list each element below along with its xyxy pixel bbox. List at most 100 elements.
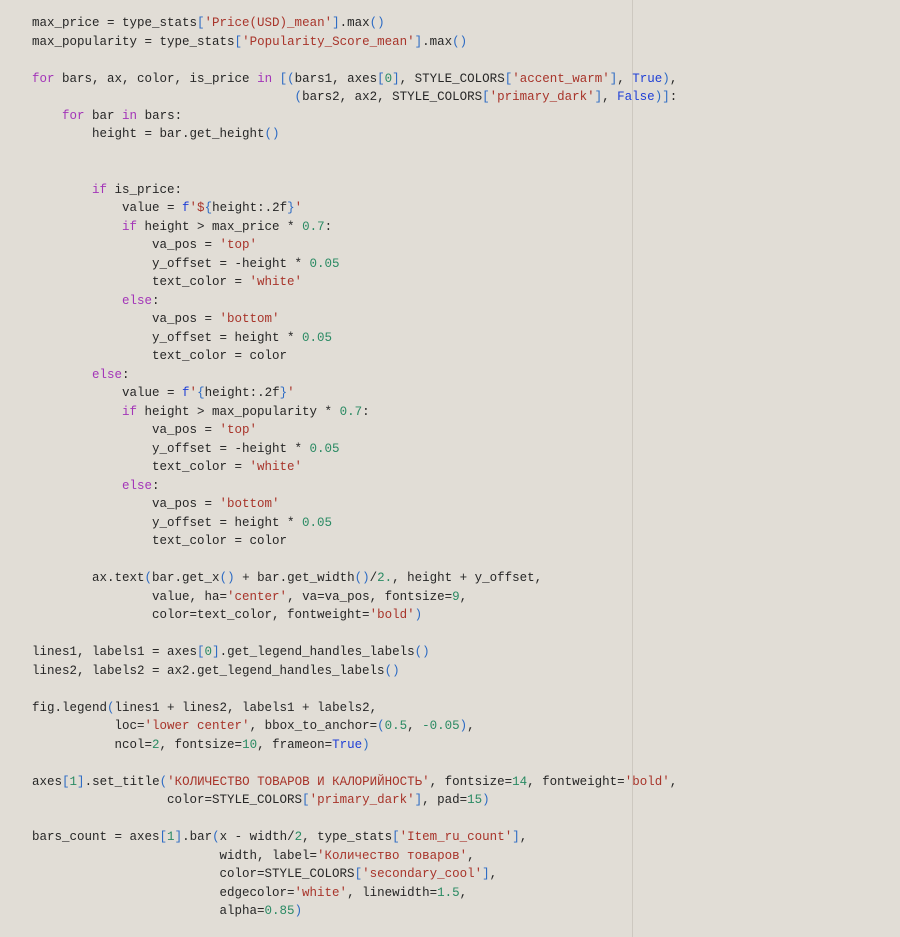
code-line: if height > max_price * 0.7: <box>32 218 677 237</box>
code-token: , <box>617 71 633 86</box>
code-token: ( <box>294 90 303 104</box>
code-token: .get_legend_handles_labels <box>219 645 415 659</box>
code-token: [ <box>482 90 490 104</box>
code-token: height:.2f <box>204 386 280 400</box>
code-line: lines2, labels2 = ax2.get_legend_handles… <box>32 662 677 681</box>
code-token: lines1, labels1 = axes <box>32 645 198 659</box>
code-token: 1 <box>69 774 78 789</box>
code-token: fig.legend <box>32 700 108 715</box>
code-line: fig.legend(lines1 + lines2, labels1 + la… <box>32 699 677 718</box>
code-token: [ <box>234 34 243 49</box>
code-line: y_offset = height * 0.05 <box>32 329 677 348</box>
code-token: bars2, ax2, STYLE_COLORS <box>302 90 483 104</box>
code-editor[interactable]: max_price = type_stats['Price(USD)_mean'… <box>0 0 900 937</box>
code-line: text_color = 'white' <box>32 273 677 292</box>
code-line: height = bar.get_height() <box>32 125 677 144</box>
code-line: text_color = 'white' <box>32 458 677 477</box>
code-token: , fontsize= <box>429 774 513 789</box>
code-line: loc='lower center', bbox_to_anchor=(0.5,… <box>32 717 677 736</box>
code-token: 0.05 <box>309 256 340 271</box>
code-token: [ <box>62 774 70 789</box>
code-token: 'Item_ru_count' <box>399 830 513 844</box>
code-token: ] <box>332 16 340 30</box>
code-token: -0.05 <box>422 719 460 733</box>
code-token: else <box>122 478 153 493</box>
code-token: y_offset = height * <box>32 330 303 345</box>
code-token: 9 <box>452 589 460 604</box>
code-token: bars: <box>137 108 183 123</box>
code-token: ( <box>144 571 153 585</box>
code-token: 2 <box>294 830 303 844</box>
code-line: for bar in bars: <box>32 107 677 126</box>
code-line: text_color = color <box>32 532 677 551</box>
code-line: y_offset = -height * 0.05 <box>32 440 677 459</box>
code-token: True <box>332 737 363 752</box>
code-line: alpha=0.85) <box>32 902 677 921</box>
code-token: 1 <box>167 830 175 844</box>
code-token: 'bold' <box>624 774 670 789</box>
code-token: () <box>452 34 468 49</box>
code-token: ' <box>294 201 303 215</box>
code-token: 0.05 <box>302 515 333 530</box>
code-line: color=STYLE_COLORS['primary_dark'], pad=… <box>32 791 677 810</box>
code-token: 'lower center' <box>144 719 250 733</box>
code-token: text_color = <box>32 275 250 289</box>
code-token: bar <box>84 108 123 123</box>
code-token: True <box>632 71 663 86</box>
code-token: , bbox_to_anchor= <box>249 719 378 733</box>
code-token: 0.5 <box>384 719 408 733</box>
code-cell[interactable]: max_price = type_stats['Price(USD)_mean'… <box>32 14 677 921</box>
code-token: else <box>122 293 153 308</box>
code-line: value = f'{height:.2f}' <box>32 384 677 403</box>
code-token: ) <box>662 71 670 86</box>
code-token: ] <box>174 830 183 844</box>
code-token: [ <box>159 830 168 844</box>
code-token: if <box>122 219 138 234</box>
code-token: else <box>92 367 123 382</box>
code-token: va_pos = <box>32 312 220 326</box>
code-token: 'secondary_cool' <box>362 867 483 881</box>
code-token: 10 <box>242 737 258 752</box>
code-token: alpha= <box>32 904 265 918</box>
code-token: () <box>414 645 430 659</box>
code-token: for <box>62 108 85 123</box>
code-line: y_offset = -height * 0.05 <box>32 255 677 274</box>
code-token: [ <box>197 16 205 30</box>
code-token: text_color = color <box>32 349 288 363</box>
code-token: lines1 + lines2, labels1 + labels2, <box>114 700 378 715</box>
code-token: y_offset = height * <box>32 515 303 530</box>
code-token: 'white' <box>249 275 303 289</box>
code-line: bars_count = axes[1].bar(x - width/2, ty… <box>32 828 677 847</box>
code-line: ax.text(bar.get_x() + bar.get_width()/2.… <box>32 569 677 588</box>
code-token: ( <box>107 700 115 715</box>
code-token: y_offset = -height * <box>32 441 310 456</box>
code-token: } <box>279 386 288 400</box>
code-token: ( <box>159 774 168 789</box>
code-token: () <box>264 127 280 141</box>
code-token: [ <box>354 867 363 881</box>
code-line: va_pos = 'bottom' <box>32 310 677 329</box>
code-token: { <box>204 201 213 215</box>
code-token: 'bottom' <box>219 497 280 511</box>
code-line: for bars, ax, color, is_price in [(bars1… <box>32 70 677 89</box>
code-token: max_price = type_stats <box>32 16 198 30</box>
code-token: , <box>669 71 678 86</box>
code-token: 'primary_dark' <box>489 90 595 104</box>
code-token: edgecolor= <box>32 885 295 900</box>
code-line: color=text_color, fontweight='bold') <box>32 606 677 625</box>
code-token: , <box>489 867 498 881</box>
code-token: 'bottom' <box>219 312 280 326</box>
code-token: 'top' <box>219 423 258 437</box>
code-token: [ <box>377 71 385 86</box>
code-token: 0.85 <box>264 904 295 918</box>
code-token: ) <box>414 608 423 622</box>
code-token: 1.5 <box>437 885 460 900</box>
code-token: in <box>257 71 273 86</box>
code-token: bar.get_x <box>152 571 220 585</box>
code-token: value = <box>32 201 183 215</box>
